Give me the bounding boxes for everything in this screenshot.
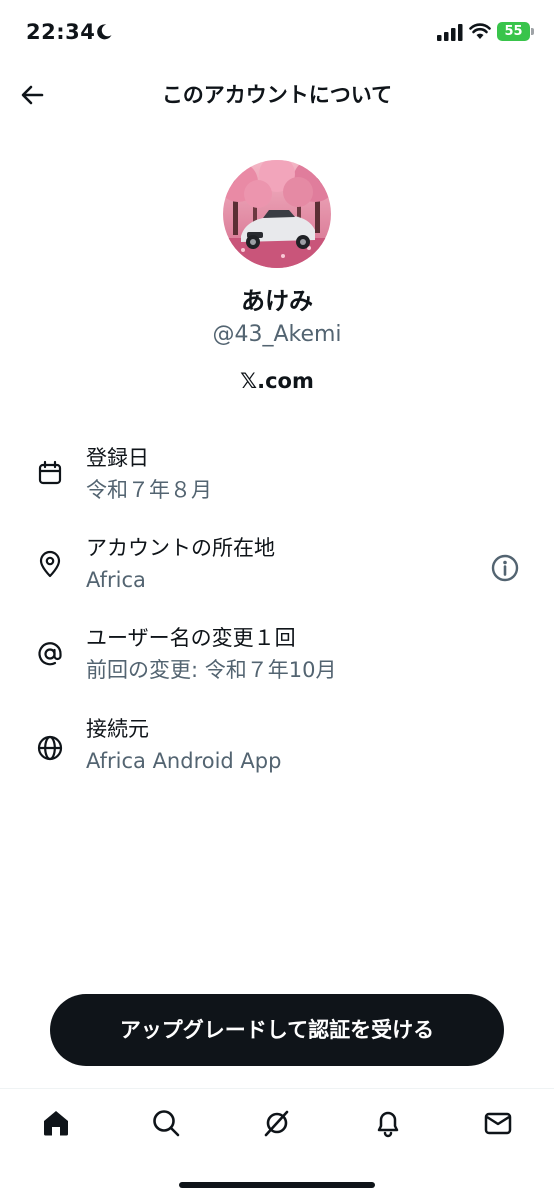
globe-icon: [37, 735, 63, 761]
battery-icon: 55: [497, 22, 535, 41]
avatar[interactable]: [223, 160, 331, 268]
mail-icon[interactable]: [482, 1107, 514, 1139]
location-pin-icon: [39, 550, 61, 578]
home-icon[interactable]: [40, 1107, 72, 1139]
info-row-location: アカウントの所在地 Africa: [0, 533, 554, 613]
info-label: 接続元: [86, 717, 149, 741]
info-value: 令和７年８月: [86, 478, 212, 502]
moon-icon: [97, 24, 112, 40]
wifi-icon: [469, 23, 491, 39]
battery-level: 55: [497, 22, 530, 41]
status-time: 22:34: [26, 20, 96, 44]
battery-cap: [531, 28, 534, 35]
info-row-connected-via: 接続元 Africa Android App: [0, 714, 554, 794]
home-indicator: [179, 1182, 375, 1188]
info-label: ユーザー名の変更１回: [86, 626, 296, 650]
info-row-join-date: 登録日 令和７年８月: [0, 443, 554, 523]
info-row-username-changes: ユーザー名の変更１回 前回の変更: 令和７年10月: [0, 623, 554, 703]
info-value: Africa Android App: [86, 749, 282, 773]
status-bar: 22:34 55: [0, 0, 554, 66]
bell-icon[interactable]: [372, 1107, 404, 1139]
calendar-icon: [38, 460, 62, 485]
grok-icon[interactable]: [261, 1107, 293, 1139]
info-value: 前回の変更: 令和７年10月: [86, 658, 337, 682]
info-label: アカウントの所在地: [86, 536, 275, 560]
upgrade-verify-button[interactable]: アップグレードして認証を受ける: [50, 994, 504, 1066]
display-name: あけみ: [241, 287, 313, 315]
search-icon[interactable]: [150, 1107, 182, 1139]
info-label: 登録日: [86, 446, 149, 470]
domain-label: 𝕏.com: [240, 369, 314, 393]
arrow-left-icon[interactable]: [18, 80, 48, 110]
at-sign-icon: [38, 642, 62, 666]
user-handle: @43_Akemi: [212, 322, 342, 347]
signal-icon: [437, 24, 463, 41]
info-value: Africa: [86, 568, 146, 592]
page-title: このアカウントについて: [161, 83, 393, 107]
info-icon[interactable]: [490, 553, 520, 583]
